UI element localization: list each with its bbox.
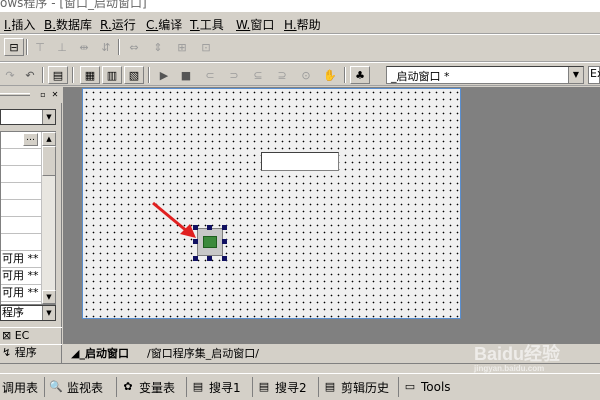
menu-run[interactable]: R.运行 xyxy=(100,16,136,33)
search-icon: 🔍 xyxy=(49,380,63,393)
scroll-thumb[interactable] xyxy=(42,146,56,176)
program-icon: ↯ xyxy=(2,346,15,359)
step-icon[interactable]: ⊂ xyxy=(200,66,220,84)
toolbar-separator xyxy=(42,67,44,83)
library-icon: ⊠ xyxy=(2,329,15,342)
toolbar-separator xyxy=(148,67,150,83)
search2-button[interactable]: ▤ 搜寻2 xyxy=(252,377,307,397)
bottom-toolbar: 调用表 🔍 监视表 ✿ 变量表 ▤ 搜寻1 ▤ 搜寻2 ▤ 剪辑历史 ▭ Tools xyxy=(0,373,600,400)
resize-handle[interactable] xyxy=(222,225,227,230)
panel-header: ▫ ✕ xyxy=(0,87,62,103)
step-into-icon[interactable]: ⊃ xyxy=(224,66,244,84)
search1-button[interactable]: ▤ 搜寻1 xyxy=(186,377,241,397)
chevron-down-icon[interactable]: ▼ xyxy=(42,110,55,124)
title-bar: ows程序 - [窗口_启动窗口] xyxy=(0,0,600,12)
main-toolbar: ↷ ↶ ▤ ▦ ▥ ▧ ▶ ■ ⊂ ⊃ ⊆ ⊇ ⊙ ✋ ♣ _启动窗口 * ▼ … xyxy=(0,62,600,86)
menu-help[interactable]: H.帮助 xyxy=(284,16,321,33)
layout-3-icon[interactable]: ▧ xyxy=(124,66,144,84)
tab-window-assembly[interactable]: /窗口程序集_启动窗口/ xyxy=(147,346,259,362)
find-icon[interactable]: ♣ xyxy=(350,66,370,84)
resize-handle[interactable] xyxy=(193,256,198,261)
align-toolbar: ⊟ ⊤ ⊥ ⇹ ⇵ ⇔ ⇕ ⊞ ⊡ xyxy=(0,34,600,62)
ellipsis-icon[interactable]: … xyxy=(23,133,38,146)
step-out-icon[interactable]: ⊇ xyxy=(272,66,292,84)
same-size-icon[interactable]: ⊞ xyxy=(172,38,192,56)
menu-database[interactable]: B.数据库 xyxy=(44,16,92,33)
call-stack-button[interactable]: 调用表 xyxy=(0,377,38,397)
property-panel: ▫ ✕ ▼ … 可用 ** 可用 ** 可用 ** ▲ ▼ 程序 ▼ ⊠ EC … xyxy=(0,87,62,363)
menu-tools[interactable]: T.工具 xyxy=(190,16,224,33)
undo-icon[interactable]: ↶ xyxy=(20,66,40,84)
center-icon[interactable]: ⊡ xyxy=(196,38,216,56)
resize-handle[interactable] xyxy=(222,239,227,244)
variable-button[interactable]: ✿ 变量表 xyxy=(116,377,175,397)
watermark: Baidu经验 jingyan.baidu.com xyxy=(474,344,561,373)
panel-grip[interactable] xyxy=(0,93,30,96)
layout-1-icon[interactable]: ▦ xyxy=(80,66,100,84)
space-vertical-icon[interactable]: ⇵ xyxy=(96,38,116,56)
search-icon: ▤ xyxy=(192,380,204,393)
search-icon: ▤ xyxy=(258,380,270,393)
chevron-down-icon[interactable]: ▼ xyxy=(42,306,55,320)
breakpoint-icon[interactable]: ⊙ xyxy=(296,66,316,84)
layout-2-icon[interactable]: ▥ xyxy=(102,66,122,84)
resize-handle[interactable] xyxy=(222,256,227,261)
same-height-icon[interactable]: ⇕ xyxy=(148,38,168,56)
clipboard-icon: ▤ xyxy=(324,380,336,393)
hand-icon[interactable]: ✋ xyxy=(320,66,340,84)
variable-icon: ✿ xyxy=(123,380,133,393)
picture-icon xyxy=(203,236,217,248)
run-icon[interactable]: ▶ xyxy=(154,66,174,84)
print-preview-icon[interactable]: ▤ xyxy=(48,66,68,84)
tab-startup-window[interactable]: ◢_启动窗口 xyxy=(71,346,129,362)
menu-insert[interactable]: I.插入 xyxy=(4,16,35,33)
toolbar-separator xyxy=(344,67,346,83)
tools-button[interactable]: ▭ Tools xyxy=(398,377,451,397)
toolbar-separator xyxy=(118,39,120,55)
menu-compile[interactable]: C.编译 xyxy=(146,16,182,33)
resize-handle[interactable] xyxy=(207,256,212,261)
design-canvas xyxy=(63,87,600,343)
redo-icon[interactable]: ↷ xyxy=(0,66,20,84)
align-left-icon[interactable]: ⊟ xyxy=(4,38,24,56)
align-center-icon[interactable]: ⊥ xyxy=(52,38,72,56)
form-window[interactable] xyxy=(82,88,461,319)
stop-icon[interactable]: ■ xyxy=(176,66,196,84)
menu-window[interactable]: W.窗口 xyxy=(236,16,274,33)
menu-bar: I.插入 B.数据库 R.运行 C.编译 T.工具 W.窗口 H.帮助 xyxy=(0,12,600,34)
red-arrow-icon xyxy=(152,201,196,238)
program-combo[interactable]: 程序 ▼ xyxy=(0,305,56,321)
same-width-icon[interactable]: ⇔ xyxy=(124,38,144,56)
restore-icon[interactable]: ▫ xyxy=(38,90,48,100)
property-scrollbar[interactable]: ▲ ▼ xyxy=(41,132,56,304)
scroll-down-icon[interactable]: ▼ xyxy=(42,290,56,304)
toolbar-separator xyxy=(72,67,74,83)
tab-support[interactable]: ⊠ EC xyxy=(0,327,62,343)
watch-button[interactable]: 🔍 监视表 xyxy=(44,377,103,397)
form-textbox[interactable] xyxy=(261,152,339,171)
align-top-icon[interactable]: ⊤ xyxy=(30,38,50,56)
object-combo[interactable]: _启动窗口 * ▼ xyxy=(386,66,584,84)
window-title: ows程序 - [窗口_启动窗口] xyxy=(0,0,147,10)
tab-program[interactable]: ↯ 程序 xyxy=(0,344,62,360)
clipboard-history-button[interactable]: ▤ 剪辑历史 xyxy=(318,377,389,397)
resize-handle[interactable] xyxy=(207,225,212,230)
close-icon[interactable]: ✕ xyxy=(50,90,60,100)
space-horizontal-icon[interactable]: ⇹ xyxy=(74,38,94,56)
tools-icon: ▭ xyxy=(404,380,416,393)
toolbar-separator xyxy=(26,39,28,55)
event-combo[interactable]: Ex xyxy=(588,66,600,84)
step-over-icon[interactable]: ⊆ xyxy=(248,66,268,84)
property-grid: … 可用 ** 可用 ** 可用 ** ▲ ▼ xyxy=(0,131,56,305)
chevron-down-icon[interactable]: ▼ xyxy=(568,67,583,83)
component-combo[interactable]: ▼ xyxy=(0,109,56,125)
scroll-up-icon[interactable]: ▲ xyxy=(42,132,56,146)
